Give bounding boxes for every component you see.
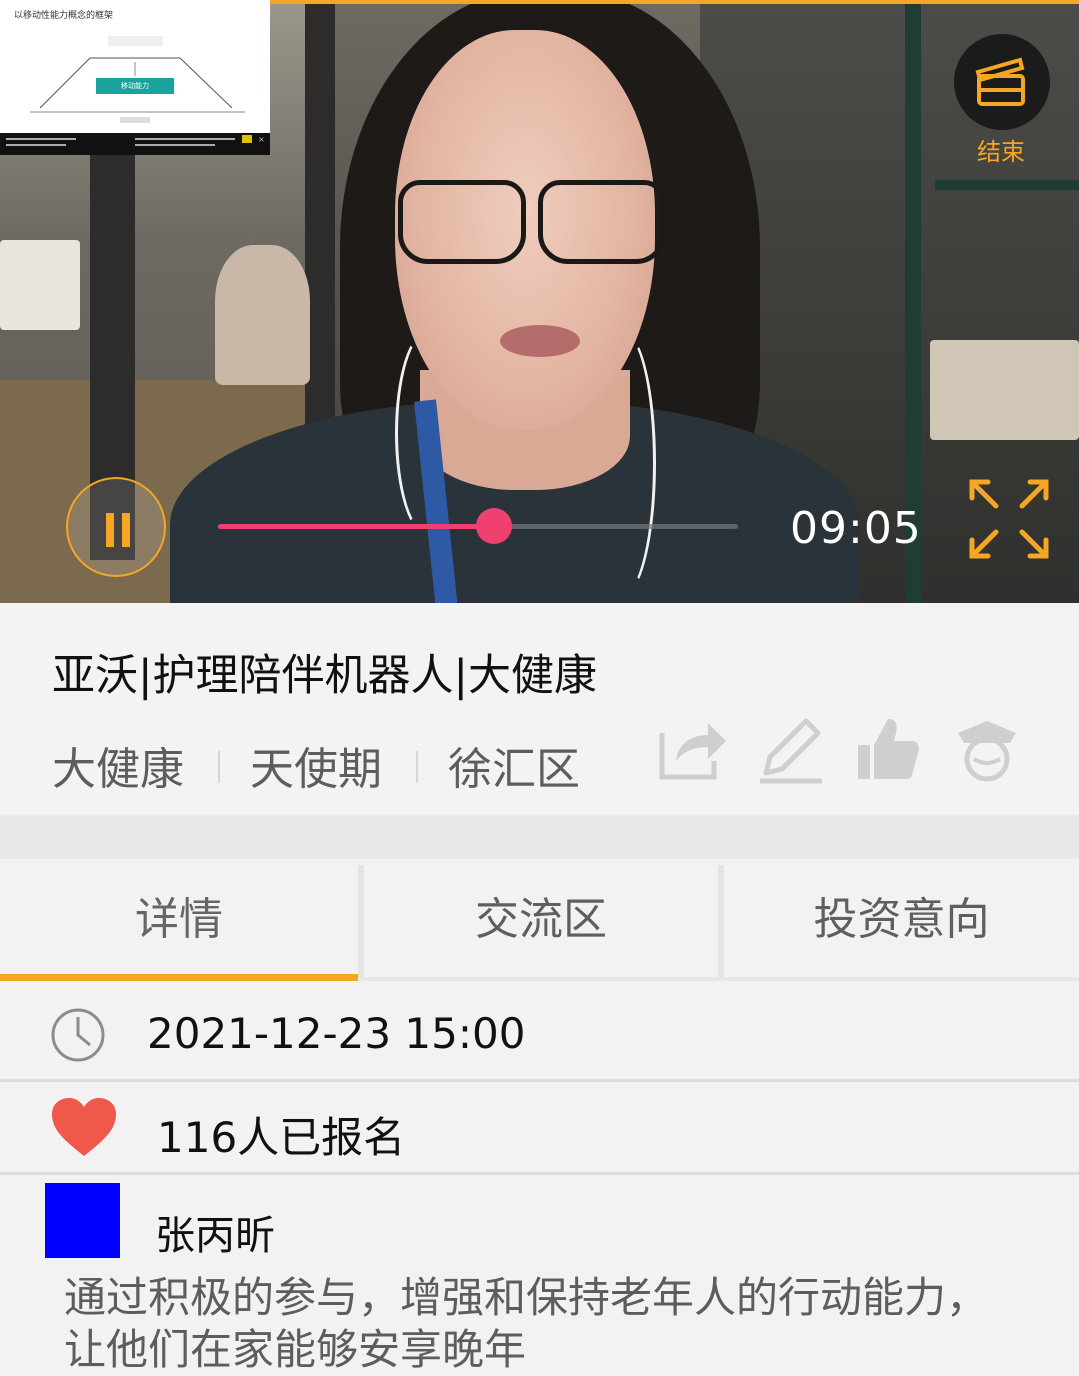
background-shelf (935, 180, 1079, 190)
fullscreen-button[interactable] (966, 476, 1052, 562)
edit-icon (760, 718, 822, 784)
detail-tabs: 详情 交流区 投资意向 (0, 859, 1079, 981)
background-box (930, 340, 1079, 440)
edit-button[interactable] (756, 715, 826, 785)
background-box (0, 240, 80, 330)
earphone-cable (395, 330, 461, 536)
end-label[interactable]: 结束 (968, 132, 1034, 167)
presenter-glasses (398, 180, 678, 264)
glasses-lens (538, 180, 666, 264)
expand-icon (969, 479, 1049, 559)
pause-button[interactable] (66, 477, 166, 577)
author-avatar[interactable] (45, 1183, 120, 1258)
end-button[interactable] (954, 34, 1050, 130)
tag-divider (218, 751, 220, 783)
row-divider (0, 1172, 1079, 1175)
slide-caption-lines: × (6, 135, 265, 146)
tag-industry: 大健康 (52, 744, 184, 795)
tag-divider (416, 751, 418, 783)
like-button[interactable] (854, 715, 924, 785)
slide-caption-bar: × (0, 133, 270, 155)
pause-icon (122, 513, 130, 547)
share-icon (659, 723, 726, 780)
author-name[interactable]: 张丙昕 (155, 1203, 275, 1261)
svg-text:×: × (258, 135, 265, 144)
officer-icon (958, 721, 1016, 782)
glasses-lens (398, 180, 526, 264)
active-tab-indicator (0, 974, 358, 981)
progress-thumb[interactable] (475, 508, 512, 544)
event-title: 亚沃|护理陪伴机器人|大健康 (52, 651, 597, 701)
officer-button[interactable] (952, 715, 1022, 785)
earphone-cable (590, 330, 656, 596)
clapperboard-icon (975, 57, 1025, 106)
share-button[interactable] (658, 715, 728, 785)
presenter-mouth (500, 325, 580, 357)
section-gap (0, 815, 1079, 859)
slide-diagram (30, 36, 245, 123)
signup-row: 116人已报名 (0, 1082, 1079, 1172)
datetime-row: 2021-12-23 15:00 (0, 981, 1079, 1081)
slide-button: 移动能力 (96, 78, 174, 94)
clock-icon (51, 1008, 105, 1062)
tag-stage: 天使期 (250, 744, 382, 795)
tab-investment[interactable]: 投资意向 (724, 859, 1079, 981)
shared-slide-thumbnail[interactable]: 以移动性能力概念的框架 移动能力 × (0, 0, 270, 155)
tab-discussion[interactable]: 交流区 (364, 859, 718, 981)
event-description: 通过积极的参与，增强和保持老年人的行动能力，让他们在家能够安享晚年 (64, 1273, 989, 1374)
event-info: 亚沃|护理陪伴机器人|大健康 大健康 天使期 徐汇区 (0, 603, 1079, 815)
heart-icon (52, 1098, 116, 1156)
progress-fill (218, 524, 494, 529)
pause-icon (106, 513, 114, 547)
progress-track[interactable] (218, 508, 738, 544)
thumbs-up-icon (858, 719, 919, 779)
tab-details[interactable]: 详情 (0, 859, 358, 981)
presenter (170, 0, 870, 603)
video-player[interactable]: 以移动性能力概念的框架 移动能力 × 结束 09:05 (0, 0, 1079, 603)
playback-time: 09:05 (790, 503, 922, 554)
signup-count: 116人已报名 (157, 1113, 406, 1162)
tag-district: 徐汇区 (448, 744, 580, 795)
event-datetime: 2021-12-23 15:00 (147, 1009, 526, 1058)
